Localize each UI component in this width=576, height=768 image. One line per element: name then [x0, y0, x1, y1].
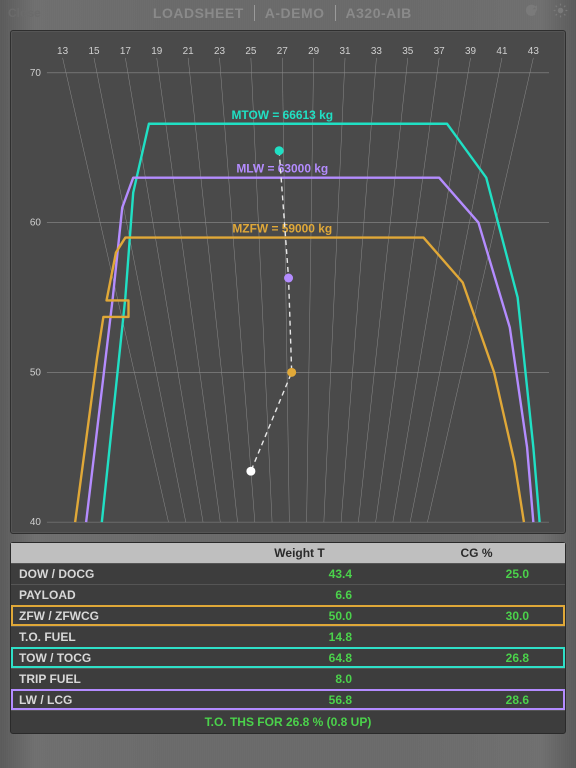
refresh-icon[interactable] — [524, 3, 539, 23]
svg-text:35: 35 — [402, 46, 414, 57]
crumb-demo[interactable]: A-DEMO — [254, 5, 335, 21]
row-weight: 56.8 — [211, 690, 388, 710]
ths-footer: T.O. THS FOR 26.8 % (0.8 UP) — [11, 710, 565, 733]
table-row: LW / LCG56.828.6 — [11, 689, 565, 710]
svg-text:50: 50 — [30, 367, 42, 378]
table-row: PAYLOAD6.6 — [11, 584, 565, 605]
row-weight: 14.8 — [211, 627, 388, 647]
envelope-label-mzfw: MZFW = 59000 kg — [232, 222, 332, 236]
row-label: ZFW / ZFWCG — [11, 606, 211, 626]
row-cg: 30.0 — [388, 606, 565, 626]
top-bar: Close LOADSHEET A-DEMO A320-AIB — [0, 0, 576, 26]
crumb-aircraft[interactable]: A320-AIB — [335, 5, 422, 21]
svg-text:33: 33 — [371, 46, 383, 57]
row-label: DOW / DOCG — [11, 564, 211, 584]
table-header: Weight T CG % — [11, 543, 565, 563]
point-dow — [246, 467, 255, 476]
svg-text:40: 40 — [30, 517, 42, 528]
svg-text:21: 21 — [183, 46, 195, 57]
point-lw — [284, 274, 293, 283]
row-weight: 43.4 — [211, 564, 388, 584]
svg-text:25: 25 — [245, 46, 257, 57]
row-weight: 8.0 — [211, 669, 388, 689]
row-label: PAYLOAD — [11, 585, 211, 605]
row-cg — [388, 585, 565, 605]
weight-table: Weight T CG % DOW / DOCG43.425.0PAYLOAD6… — [10, 542, 566, 734]
crumb-loadsheet[interactable]: LOADSHEET — [143, 5, 254, 21]
chart-canvas: 40 50 60 70 13 15 17 19 21 23 25 27 29 31 33 35 37 39 41 43… — [21, 41, 555, 529]
svg-text:31: 31 — [339, 46, 351, 57]
col-weight: Weight T — [211, 543, 388, 563]
table-row: T.O. FUEL14.8 — [11, 626, 565, 647]
table-row: ZFW / ZFWCG50.030.0 — [11, 605, 565, 626]
row-weight: 6.6 — [211, 585, 388, 605]
svg-text:43: 43 — [528, 46, 540, 57]
table-row: DOW / DOCG43.425.0 — [11, 563, 565, 584]
svg-text:23: 23 — [214, 46, 226, 57]
svg-text:60: 60 — [30, 218, 42, 229]
envelope-label-mlw: MLW = 63000 kg — [236, 162, 328, 176]
row-label: LW / LCG — [11, 690, 211, 710]
svg-text:15: 15 — [88, 46, 100, 57]
svg-text:13: 13 — [57, 46, 69, 57]
envelope-label-mtow: MTOW = 66613 kg — [231, 108, 333, 122]
row-cg: 25.0 — [388, 564, 565, 584]
cg-envelope-chart: 40 50 60 70 13 15 17 19 21 23 25 27 29 31 33 35 37 39 41 43… — [10, 30, 566, 534]
svg-text:41: 41 — [496, 46, 508, 57]
table-row: TOW / TOCG64.826.8 — [11, 647, 565, 668]
row-label: TRIP FUEL — [11, 669, 211, 689]
row-label: T.O. FUEL — [11, 627, 211, 647]
col-cg: CG % — [388, 543, 565, 563]
breadcrumb: LOADSHEET A-DEMO A320-AIB — [41, 5, 524, 21]
table-row: TRIP FUEL8.0 — [11, 668, 565, 689]
svg-text:39: 39 — [465, 46, 477, 57]
row-cg — [388, 669, 565, 689]
point-zfw — [287, 368, 296, 377]
close-button[interactable]: Close — [8, 6, 41, 20]
row-label: TOW / TOCG — [11, 648, 211, 668]
row-cg: 26.8 — [388, 648, 565, 668]
row-weight: 64.8 — [211, 648, 388, 668]
row-weight: 50.0 — [211, 606, 388, 626]
brightness-icon[interactable] — [553, 3, 568, 23]
svg-text:19: 19 — [151, 46, 163, 57]
row-cg: 28.6 — [388, 690, 565, 710]
svg-text:70: 70 — [30, 68, 42, 79]
svg-text:37: 37 — [434, 46, 446, 57]
svg-text:27: 27 — [277, 46, 289, 57]
svg-text:29: 29 — [308, 46, 320, 57]
svg-text:17: 17 — [120, 46, 132, 57]
row-cg — [388, 627, 565, 647]
point-tow — [275, 146, 284, 155]
